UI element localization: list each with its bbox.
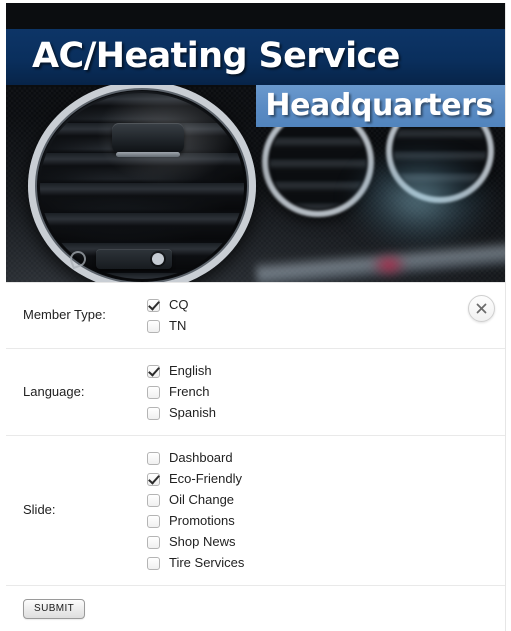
options-language: English French Spanish	[132, 361, 505, 423]
label-member-type: Member Type:	[23, 307, 106, 323]
close-button[interactable]	[468, 295, 495, 322]
banner-primary-bar: AC/Heating Service	[6, 29, 505, 85]
checkbox-label-tire-services[interactable]: Tire Services	[169, 555, 244, 571]
checkbox-label-french[interactable]: French	[169, 384, 209, 400]
checkbox-label-english[interactable]: English	[169, 363, 212, 379]
banner-title-primary: AC/Heating Service	[32, 36, 400, 77]
air-vent-main	[28, 81, 256, 282]
page-root: AC/Heating Service Headquarters Member T…	[0, 0, 511, 631]
checkbox-oil-change[interactable]	[147, 493, 160, 507]
checkbox-tn[interactable]	[147, 319, 160, 333]
checkbox-label-dashboard[interactable]: Dashboard	[169, 450, 233, 466]
checkbox-option[interactable]: French	[147, 382, 505, 402]
checkbox-label-cq[interactable]: CQ	[169, 297, 189, 313]
submit-button[interactable]: SUBMIT	[23, 599, 86, 619]
form-row-language: Language: English French Spanish	[6, 349, 505, 436]
options-slide: Dashboard Eco-Friendly Oil Change Promot…	[132, 448, 505, 573]
checkbox-option[interactable]: Eco-Friendly	[147, 469, 505, 489]
checkbox-option[interactable]: CQ	[147, 295, 505, 315]
form-footer: SUBMIT	[6, 586, 505, 631]
form-row-slide: Slide: Dashboard Eco-Friendly Oil Change…	[6, 436, 505, 586]
checkbox-spanish[interactable]	[147, 406, 160, 420]
checkbox-option[interactable]: Dashboard	[147, 448, 505, 468]
checkbox-promotions[interactable]	[147, 514, 160, 528]
checkbox-option[interactable]: Shop News	[147, 532, 505, 552]
checkbox-shop-news[interactable]	[147, 535, 160, 549]
checkbox-label-eco-friendly[interactable]: Eco-Friendly	[169, 471, 242, 487]
close-icon	[476, 303, 487, 314]
checkbox-option[interactable]: Oil Change	[147, 490, 505, 510]
checkbox-option[interactable]: Spanish	[147, 403, 505, 423]
form-row-member-type: Member Type: CQ TN	[6, 283, 505, 349]
checkbox-french[interactable]	[147, 385, 160, 399]
checkbox-label-shop-news[interactable]: Shop News	[169, 534, 235, 550]
checkbox-eco-friendly[interactable]	[147, 472, 160, 486]
checkbox-option[interactable]: Tire Services	[147, 553, 505, 573]
checkbox-english[interactable]	[147, 364, 160, 378]
checkbox-tire-services[interactable]	[147, 556, 160, 570]
vent-slider-control	[96, 249, 172, 269]
options-member-type: CQ TN	[132, 295, 505, 336]
settings-form: Member Type: CQ TN Language: English Fre…	[6, 283, 506, 631]
vent-knob	[112, 123, 184, 157]
checkbox-dashboard[interactable]	[147, 451, 160, 465]
checkbox-label-tn[interactable]: TN	[169, 318, 186, 334]
red-accent-light	[366, 250, 412, 280]
checkbox-label-promotions[interactable]: Promotions	[169, 513, 235, 529]
checkbox-cq[interactable]	[147, 298, 160, 312]
header-banner: AC/Heating Service Headquarters	[6, 3, 506, 283]
checkbox-label-oil-change[interactable]: Oil Change	[169, 492, 234, 508]
banner-title-secondary: Headquarters	[265, 87, 493, 123]
label-slide: Slide:	[23, 502, 56, 518]
label-language: Language:	[23, 383, 85, 399]
banner-secondary-bar: Headquarters	[256, 85, 505, 127]
checkbox-label-spanish[interactable]: Spanish	[169, 405, 216, 421]
checkbox-option[interactable]: English	[147, 361, 505, 381]
checkbox-option[interactable]: TN	[147, 316, 505, 336]
checkbox-option[interactable]: Promotions	[147, 511, 505, 531]
